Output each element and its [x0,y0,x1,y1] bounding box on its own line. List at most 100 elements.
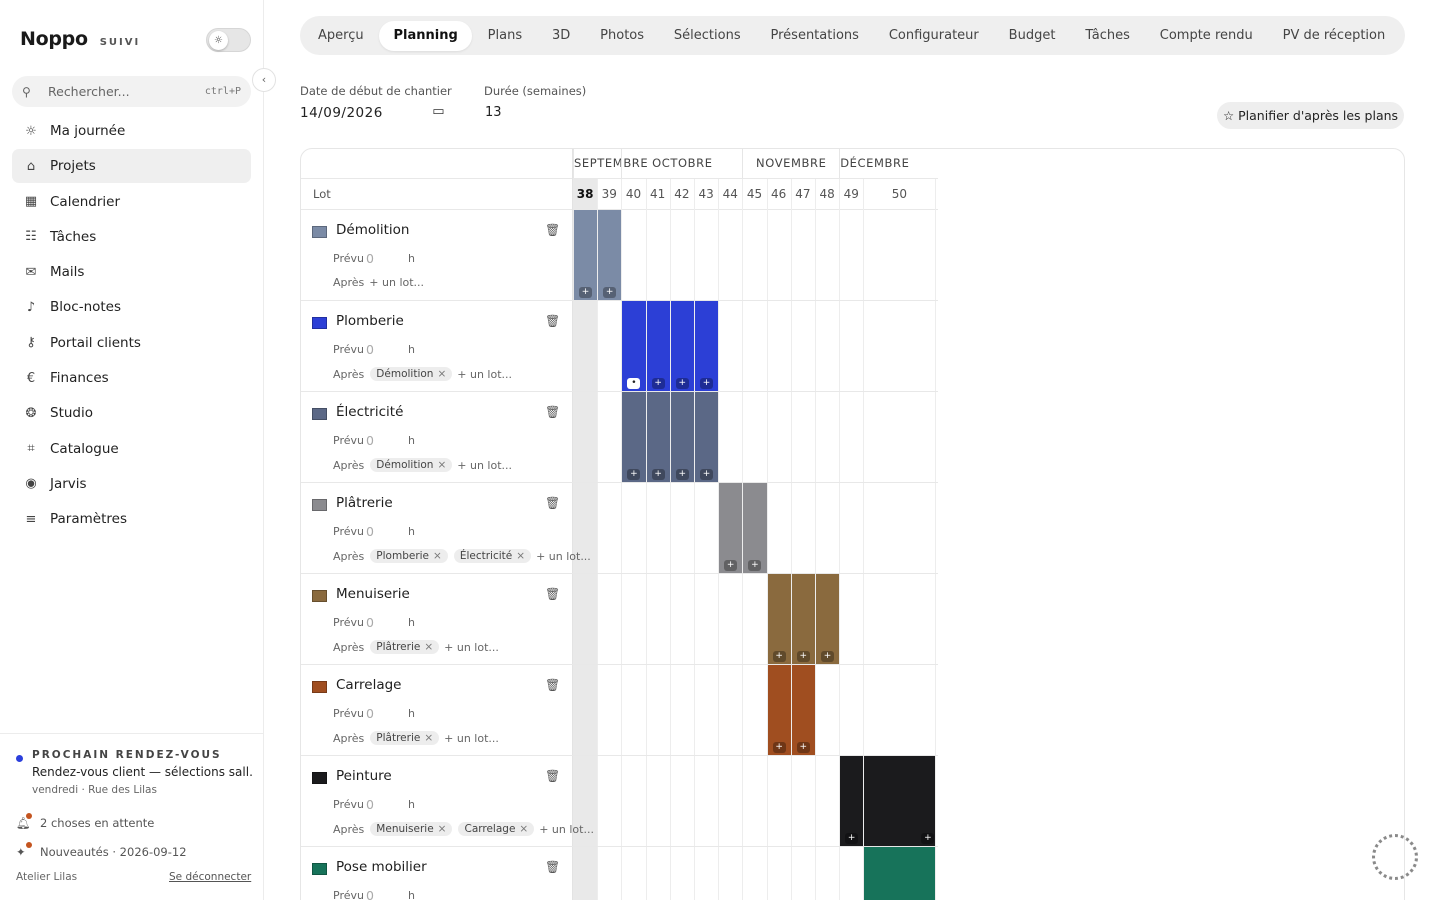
schedule-cell[interactable]: + [791,665,815,755]
add-to-week-icon[interactable]: + [700,378,713,389]
tab-planning[interactable]: Planning [379,20,472,51]
add-dependency-link[interactable]: + un lot... [444,641,499,654]
trash-icon[interactable]: 🗑︎ [545,405,560,419]
lot-color-swatch[interactable] [312,681,327,693]
planned-hours-input[interactable]: 0 [366,888,374,900]
schedule-cell[interactable]: + [840,756,864,846]
pending-notifications[interactable]: 🔔︎ 2 choses en attente [16,813,154,830]
add-dependency-link[interactable]: + un lot... [457,459,512,472]
lot-color-swatch[interactable] [312,499,327,511]
schedule-cell[interactable]: + [598,210,622,300]
add-dependency-link[interactable]: + un lot... [444,732,499,745]
tab-présentations[interactable]: Présentations [757,21,873,51]
add-to-week-icon[interactable]: + [821,651,834,662]
trash-icon[interactable]: 🗑︎ [545,860,560,874]
sidebar-item-ma-journée[interactable]: ☼ Ma journée [12,114,251,148]
schedule-cell[interactable]: + [646,392,670,482]
add-to-week-icon[interactable]: + [603,287,617,298]
add-to-week-icon[interactable]: • [627,378,641,389]
lot-name[interactable]: Démolition [336,222,409,238]
lot-color-swatch[interactable] [312,226,327,238]
add-dependency-link[interactable]: + un lot... [457,368,512,381]
search-bar[interactable]: ⚲ Rechercher... ctrl+P [12,76,251,107]
remove-dependency-icon[interactable]: × [438,823,447,835]
logout-link[interactable]: Se déconnecter [169,871,251,883]
tab-configurateur[interactable]: Configurateur [875,21,993,51]
remove-dependency-icon[interactable]: × [516,550,525,562]
planned-hours-input[interactable]: 0 [366,433,374,448]
planned-hours-input[interactable]: 0 [366,706,374,721]
sidebar-item-catalogue[interactable]: ⌗ Catalogue [12,432,251,466]
plan-from-plans-button[interactable]: ☆ Planifier d'après les plans [1217,102,1404,129]
tab-plans[interactable]: Plans [474,21,536,51]
trash-icon[interactable]: 🗑︎ [545,314,560,328]
sidebar-item-studio[interactable]: ❂ Studio [12,396,251,430]
brand[interactable]: Noppo SUIVI [20,28,140,50]
lot-color-swatch[interactable] [312,772,327,784]
tab-sélections[interactable]: Sélections [660,21,755,51]
lot-name[interactable]: Plâtrerie [336,495,393,511]
sidebar-item-bloc-notes[interactable]: ♪ Bloc-notes [12,290,251,324]
schedule-cell[interactable]: + [622,392,646,482]
trash-icon[interactable]: 🗑︎ [545,587,560,601]
add-to-week-icon[interactable]: + [845,833,859,844]
theme-toggle[interactable]: ☼ [206,28,251,52]
add-to-week-icon[interactable]: + [796,742,810,753]
next-meeting-title[interactable]: Rendez-vous client — sélections sall... [32,765,252,779]
lot-color-swatch[interactable] [312,408,327,420]
lot-color-swatch[interactable] [312,317,327,329]
add-to-week-icon[interactable]: + [796,651,810,662]
sidebar-item-paramètres[interactable]: ≡ Paramètres [12,502,251,536]
lot-name[interactable]: Électricité [336,404,403,420]
tab-aperçu[interactable]: Aperçu [304,21,378,51]
trash-icon[interactable]: 🗑︎ [545,678,560,692]
schedule-cell[interactable]: + [695,392,719,482]
schedule-cell[interactable]: + [864,756,936,846]
lot-name[interactable]: Peinture [336,768,392,784]
tab-compte-rendu[interactable]: Compte rendu [1146,21,1267,51]
sidebar-item-projets[interactable]: ⌂ Projets [12,149,251,184]
trash-icon[interactable]: 🗑︎ [545,223,560,237]
sidebar-item-mails[interactable]: ✉ Mails [12,255,251,289]
news-link[interactable]: ✦ Nouveautés · 2026-09-12 [16,842,187,859]
schedule-cell[interactable] [864,847,936,900]
tab-pv-de-réception[interactable]: PV de réception [1269,21,1400,51]
lot-name[interactable]: Menuiserie [336,586,410,602]
add-to-week-icon[interactable]: + [651,469,665,480]
schedule-cell[interactable]: + [719,483,743,573]
duration-field[interactable]: 13 [485,105,502,120]
add-to-week-icon[interactable]: + [627,469,641,480]
tab-3d[interactable]: 3D [538,21,584,51]
schedule-cell[interactable]: + [670,392,694,482]
dependency-chip[interactable]: Plomberie × [370,549,448,563]
remove-dependency-icon[interactable]: × [424,732,433,744]
remove-dependency-icon[interactable]: × [519,823,528,835]
add-to-week-icon[interactable]: + [748,560,762,571]
schedule-cell[interactable]: + [816,574,840,664]
trash-icon[interactable]: 🗑︎ [545,769,560,783]
planned-hours-input[interactable]: 0 [366,615,374,630]
schedule-cell[interactable]: + [574,210,598,300]
lot-color-swatch[interactable] [312,863,327,875]
search-input[interactable]: Rechercher... [48,84,205,99]
add-to-week-icon[interactable]: + [579,287,592,298]
remove-dependency-icon[interactable]: × [437,368,446,380]
add-to-week-icon[interactable]: + [651,378,665,389]
schedule-cell[interactable]: + [743,483,767,573]
schedule-cell[interactable]: + [791,574,815,664]
dependency-chip[interactable]: Plâtrerie × [370,731,440,745]
add-dependency-link[interactable]: + un lot... [536,550,591,563]
add-to-week-icon[interactable]: + [921,833,935,844]
dependency-chip[interactable]: Démolition × [370,458,453,472]
add-to-week-icon[interactable]: + [724,560,738,571]
add-dependency-link[interactable]: + un lot... [369,276,424,289]
dependency-chip[interactable]: Électricité × [453,549,532,563]
add-dependency-link[interactable]: + un lot... [539,823,594,836]
add-to-week-icon[interactable]: + [700,469,713,480]
sidebar-item-tâches[interactable]: ☷ Tâches [12,220,251,254]
schedule-cell[interactable]: + [646,301,670,391]
remove-dependency-icon[interactable]: × [433,550,442,562]
collapse-sidebar-button[interactable]: ‹ [252,68,276,92]
lot-name[interactable]: Plomberie [336,313,404,329]
tab-photos[interactable]: Photos [586,21,658,51]
